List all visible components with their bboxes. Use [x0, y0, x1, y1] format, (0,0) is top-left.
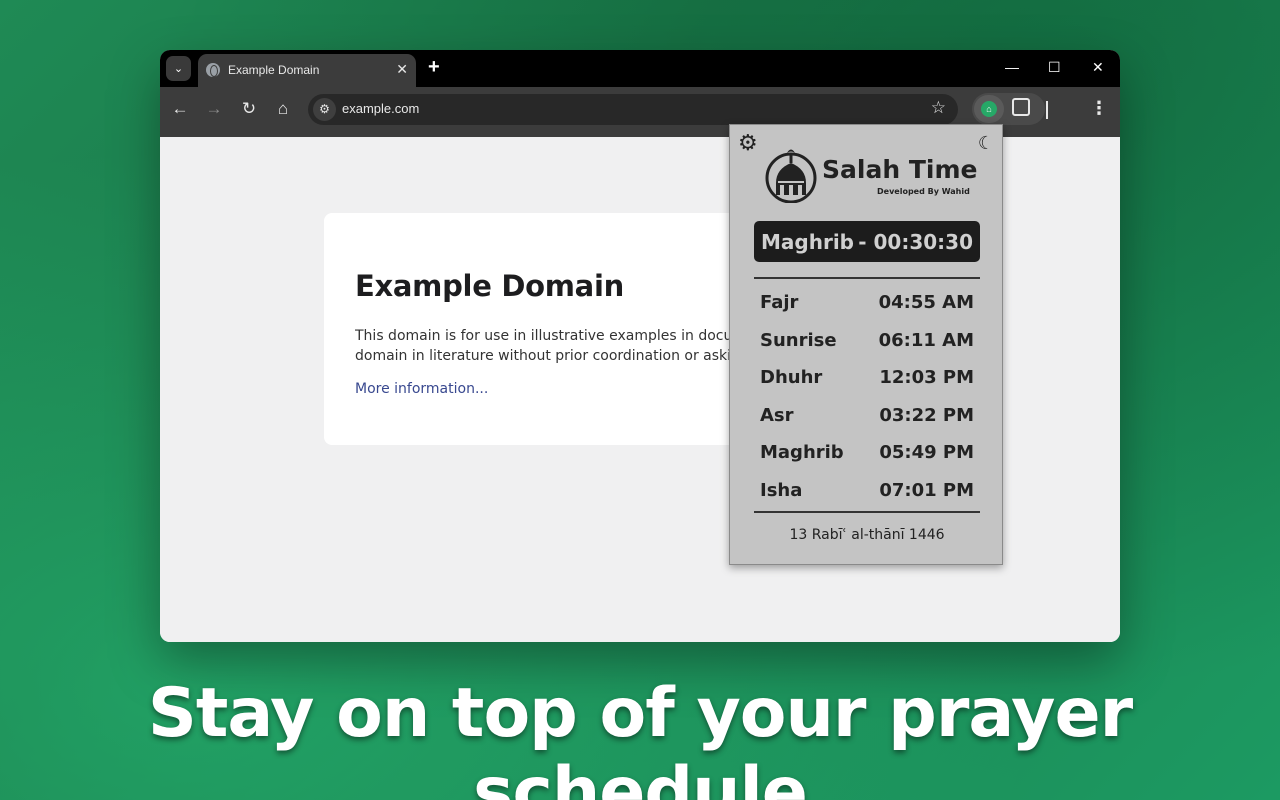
- brand-title: Salah Time: [822, 155, 978, 184]
- more-information-link[interactable]: More information...: [355, 381, 488, 397]
- prayer-time: 03:22 PM: [879, 405, 974, 426]
- developer-credit: Developed By Wahid: [877, 187, 970, 196]
- minimize-icon[interactable]: —: [1005, 59, 1019, 75]
- address-bar[interactable]: ⚙ example.com ☆: [308, 94, 958, 125]
- url-text: example.com: [342, 101, 420, 116]
- back-icon[interactable]: ←: [169, 99, 191, 119]
- chevron-down-icon: ⌄: [173, 63, 184, 75]
- tab-title: Example Domain: [228, 63, 320, 77]
- mosque-icon: ⌂: [981, 101, 997, 117]
- prayer-time: 12:03 PM: [879, 367, 974, 388]
- page-heading: Example Domain: [355, 269, 624, 303]
- puzzle-icon[interactable]: [1012, 98, 1030, 116]
- tab-search-button[interactable]: ⌄: [166, 56, 191, 81]
- tab-example-domain[interactable]: Example Domain ✕: [198, 54, 416, 87]
- next-prayer-banner: Maghrib - 00:30:30: [754, 221, 980, 262]
- hijri-date: 13 Rabīʿ al-thānī 1446: [789, 527, 945, 543]
- next-prayer-name: Maghrib: [761, 230, 854, 254]
- prayer-time: 04:55 AM: [878, 292, 974, 313]
- more-menu-icon[interactable]: ⋮: [1090, 98, 1108, 119]
- prayer-time: 05:49 PM: [879, 442, 974, 463]
- salah-time-extension-button[interactable]: ⌂: [974, 95, 1004, 123]
- divider: [754, 277, 980, 279]
- prayer-name: Isha: [760, 480, 803, 501]
- prayer-row: Fajr 04:55 AM: [760, 288, 974, 318]
- home-icon[interactable]: ⌂: [272, 99, 294, 119]
- prayer-name: Sunrise: [760, 330, 837, 351]
- moon-icon[interactable]: ☾: [978, 133, 994, 154]
- prayer-row: Dhuhr 12:03 PM: [760, 363, 974, 393]
- prayer-name: Fajr: [760, 292, 799, 313]
- prayer-row: Isha 07:01 PM: [760, 476, 974, 506]
- toolbar-divider: [1046, 101, 1048, 119]
- mosque-logo-icon: [765, 149, 817, 203]
- tab-strip: ⌄ Example Domain ✕ + — ☐ ✕: [160, 50, 1120, 87]
- prayer-time: 06:11 AM: [878, 330, 974, 351]
- prayer-row: Maghrib 05:49 PM: [760, 438, 974, 468]
- reload-icon[interactable]: ↻: [238, 99, 260, 119]
- divider: [754, 511, 980, 513]
- bookmark-star-icon[interactable]: ☆: [931, 98, 946, 118]
- promo-headline: Stay on top of your prayer schedule: [147, 674, 1133, 800]
- globe-icon: [206, 63, 220, 77]
- prayer-name: Maghrib: [760, 442, 844, 463]
- gear-icon[interactable]: ⚙: [738, 131, 758, 156]
- new-tab-button[interactable]: +: [428, 56, 440, 79]
- prayer-time: 07:01 PM: [879, 480, 974, 501]
- next-prayer-countdown: - 00:30:30: [858, 230, 973, 254]
- prayer-row: Asr 03:22 PM: [760, 401, 974, 431]
- prayer-name: Dhuhr: [760, 367, 823, 388]
- prayer-row: Sunrise 06:11 AM: [760, 326, 974, 356]
- salah-time-popup: ⚙ ☾ Salah Time Developed By Wahid Maghri…: [729, 124, 1003, 565]
- extensions-area: ⌂: [972, 93, 1045, 125]
- site-info-icon[interactable]: ⚙: [313, 98, 336, 121]
- prayer-name: Asr: [760, 405, 794, 426]
- close-window-icon[interactable]: ✕: [1092, 59, 1104, 76]
- close-tab-icon[interactable]: ✕: [396, 61, 408, 78]
- maximize-icon[interactable]: ☐: [1048, 59, 1061, 76]
- forward-icon[interactable]: →: [203, 99, 225, 119]
